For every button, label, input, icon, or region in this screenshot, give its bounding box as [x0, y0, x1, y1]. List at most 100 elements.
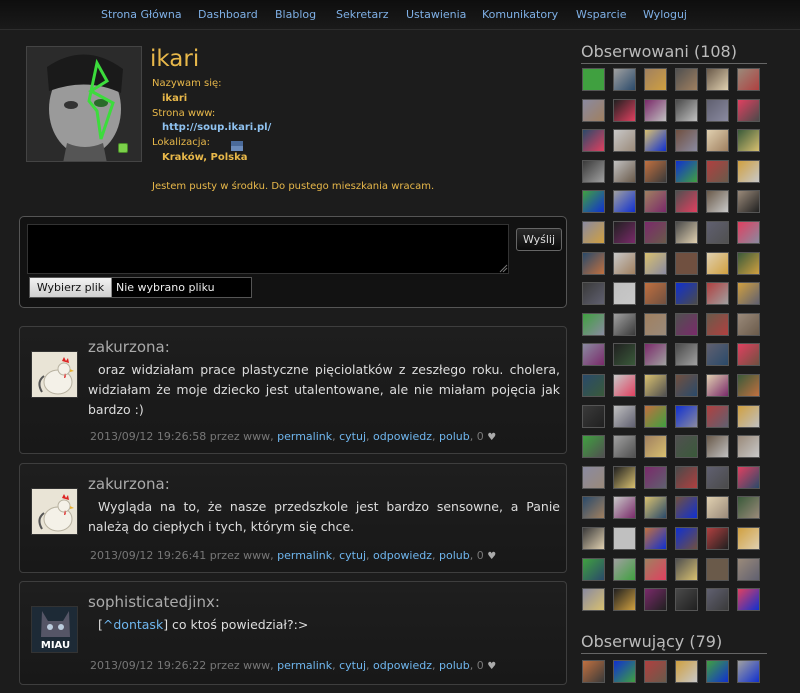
user-avatar-thumb[interactable] — [706, 312, 729, 336]
user-avatar-thumb[interactable] — [644, 221, 667, 244]
user-avatar-thumb[interactable] — [706, 557, 729, 581]
user-avatar-thumb[interactable] — [613, 527, 636, 550]
user-avatar-thumb[interactable] — [644, 282, 667, 306]
user-avatar-thumb[interactable] — [675, 588, 698, 612]
nav-blablog[interactable]: Blablog — [275, 8, 316, 21]
user-avatar-thumb[interactable] — [582, 98, 605, 122]
user-avatar-thumb[interactable] — [706, 190, 729, 214]
user-avatar-thumb[interactable] — [582, 129, 605, 153]
user-avatar-thumb[interactable] — [613, 282, 636, 306]
quote-link[interactable]: cytuj — [339, 430, 366, 443]
user-avatar-thumb[interactable] — [737, 98, 760, 122]
post-avatar[interactable] — [31, 351, 78, 398]
permalink-link[interactable]: permalink — [277, 430, 332, 443]
user-avatar-thumb[interactable] — [737, 527, 760, 550]
reply-link[interactable]: odpowiedz — [373, 549, 432, 562]
user-avatar-thumb[interactable] — [706, 129, 729, 153]
user-avatar-thumb[interactable] — [613, 660, 636, 683]
user-avatar-thumb[interactable] — [644, 374, 667, 397]
user-avatar-thumb[interactable] — [675, 343, 698, 367]
user-avatar-thumb[interactable] — [675, 465, 698, 489]
user-avatar-thumb[interactable] — [613, 129, 636, 153]
post-author[interactable]: sophisticatedjinx: — [88, 593, 220, 611]
user-avatar-thumb[interactable] — [675, 251, 698, 275]
user-avatar-thumb[interactable] — [675, 190, 698, 214]
like-link[interactable]: polub — [439, 430, 470, 443]
user-avatar-thumb[interactable] — [582, 435, 605, 459]
user-avatar-thumb[interactable] — [644, 527, 667, 550]
mention-link[interactable]: ^dontask — [103, 617, 163, 632]
send-button[interactable]: Wyślij — [516, 228, 562, 251]
user-avatar-thumb[interactable] — [675, 660, 698, 683]
user-avatar-thumb[interactable] — [644, 129, 667, 153]
post-author[interactable]: zakurzona: — [88, 475, 170, 493]
user-avatar-thumb[interactable] — [706, 68, 729, 91]
user-avatar-thumb[interactable] — [706, 660, 729, 683]
user-avatar-thumb[interactable] — [675, 129, 698, 153]
user-avatar-thumb[interactable] — [613, 159, 636, 183]
user-avatar-thumb[interactable] — [644, 98, 667, 122]
nav-dashboard[interactable]: Dashboard — [198, 8, 258, 21]
user-avatar-thumb[interactable] — [706, 527, 729, 550]
like-link[interactable]: polub — [439, 659, 470, 672]
user-avatar-thumb[interactable] — [675, 557, 698, 581]
user-avatar-thumb[interactable] — [582, 282, 605, 306]
user-avatar-thumb[interactable] — [737, 435, 760, 459]
nav-komunikatory[interactable]: Komunikatory — [482, 8, 558, 21]
user-avatar-thumb[interactable] — [582, 496, 605, 520]
user-avatar-thumb[interactable] — [613, 496, 636, 520]
user-avatar-thumb[interactable] — [675, 496, 698, 520]
user-avatar-thumb[interactable] — [706, 251, 729, 275]
user-avatar-thumb[interactable] — [644, 496, 667, 520]
user-avatar-thumb[interactable] — [737, 465, 760, 489]
user-avatar-thumb[interactable] — [706, 496, 729, 520]
user-avatar-thumb[interactable] — [613, 465, 636, 489]
user-avatar-thumb[interactable] — [582, 312, 605, 336]
user-avatar-thumb[interactable] — [582, 557, 605, 581]
user-avatar-thumb[interactable] — [582, 343, 605, 367]
user-avatar-thumb[interactable] — [737, 282, 760, 306]
user-avatar-thumb[interactable] — [706, 98, 729, 122]
user-avatar-thumb[interactable] — [737, 221, 760, 244]
user-avatar-thumb[interactable] — [706, 282, 729, 306]
user-avatar-thumb[interactable] — [706, 588, 729, 612]
resize-grip-icon[interactable] — [498, 263, 508, 273]
user-avatar-thumb[interactable] — [737, 660, 760, 683]
nav-sekretarz[interactable]: Sekretarz — [336, 8, 389, 21]
following-title[interactable]: Obserwowani (108) — [581, 42, 767, 64]
user-avatar-thumb[interactable] — [737, 312, 760, 336]
user-avatar-thumb[interactable] — [613, 557, 636, 581]
user-avatar-thumb[interactable] — [644, 404, 667, 428]
user-avatar-thumb[interactable] — [613, 404, 636, 428]
user-avatar-thumb[interactable] — [582, 588, 605, 612]
user-avatar-thumb[interactable] — [675, 374, 698, 397]
user-avatar-thumb[interactable] — [582, 159, 605, 183]
post-author[interactable]: zakurzona: — [88, 338, 170, 356]
user-avatar-thumb[interactable] — [582, 251, 605, 275]
user-avatar-thumb[interactable] — [613, 343, 636, 367]
user-avatar-thumb[interactable] — [644, 588, 667, 612]
user-avatar-thumb[interactable] — [644, 435, 667, 459]
user-avatar-thumb[interactable] — [675, 435, 698, 459]
user-avatar-thumb[interactable] — [613, 374, 636, 397]
user-avatar-thumb[interactable] — [706, 159, 729, 183]
user-avatar-thumb[interactable] — [737, 190, 760, 214]
permalink-link[interactable]: permalink — [277, 549, 332, 562]
user-avatar-thumb[interactable] — [582, 221, 605, 244]
user-avatar-thumb[interactable] — [582, 68, 605, 91]
user-avatar-thumb[interactable] — [613, 98, 636, 122]
user-avatar-thumb[interactable] — [582, 404, 605, 428]
user-avatar-thumb[interactable] — [613, 190, 636, 214]
user-avatar-thumb[interactable] — [737, 496, 760, 520]
user-avatar-thumb[interactable] — [706, 465, 729, 489]
user-avatar-thumb[interactable] — [644, 343, 667, 367]
followers-title[interactable]: Obserwujący (79) — [581, 632, 767, 654]
permalink-link[interactable]: permalink — [277, 659, 332, 672]
user-avatar-thumb[interactable] — [582, 190, 605, 214]
user-avatar-thumb[interactable] — [737, 251, 760, 275]
nav-home[interactable]: Strona Główna — [101, 8, 182, 21]
like-link[interactable]: polub — [439, 549, 470, 562]
user-avatar-thumb[interactable] — [613, 68, 636, 91]
user-avatar-thumb[interactable] — [644, 251, 667, 275]
user-avatar-thumb[interactable] — [644, 557, 667, 581]
